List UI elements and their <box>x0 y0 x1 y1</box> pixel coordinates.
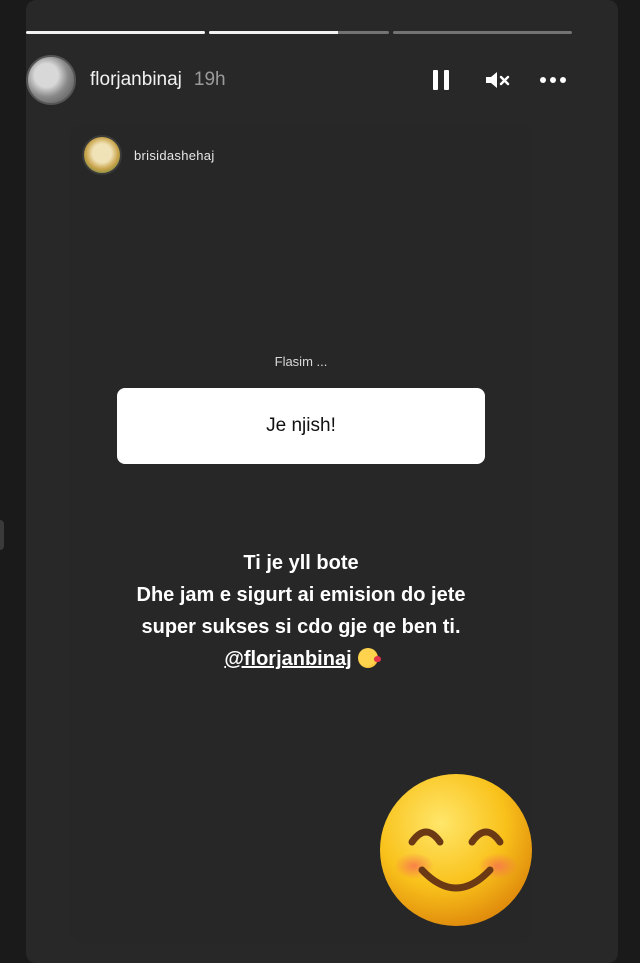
story-controls <box>426 65 568 95</box>
progress-segment <box>209 31 389 34</box>
more-horizontal-icon[interactable] <box>538 65 568 95</box>
smiling-face-icon <box>376 770 536 930</box>
question-sticker-label: Flasim ... <box>274 354 328 369</box>
kissing-face-icon <box>357 648 381 668</box>
progress-fill <box>209 31 339 34</box>
caption-line-2: Dhe jam e sigurt ai emision do jete <box>136 584 466 606</box>
avatar[interactable] <box>26 55 76 105</box>
pause-icon[interactable] <box>426 65 456 95</box>
shared-story-author[interactable]: brisidashehaj <box>82 135 215 175</box>
muted-speaker-icon[interactable] <box>482 65 512 95</box>
post-time: 19h <box>193 69 226 90</box>
caption-line-1: Ti je yll bote <box>243 552 359 574</box>
author-username[interactable]: florjanbinaj <box>90 69 182 91</box>
shared-story-username[interactable]: brisidashehaj <box>134 148 215 163</box>
progress-fill <box>26 31 206 34</box>
question-sticker-answer: Je njish! <box>117 388 485 464</box>
mention-link[interactable]: @florjanbinaj <box>224 648 351 670</box>
story-progress <box>26 31 572 34</box>
answer-text: Je njish! <box>266 415 336 436</box>
progress-segment <box>26 31 206 34</box>
story-caption: Ti je yll bote Dhe jam e sigurt ai emisi… <box>70 547 532 675</box>
story-header: florjanbinaj 19h <box>26 55 572 105</box>
caption-line-3: super sukses si cdo gje qe ben ti. <box>141 616 461 638</box>
previous-story-edge[interactable] <box>0 520 4 550</box>
caption-line-4: @florjanbinaj <box>70 643 532 675</box>
avatar[interactable] <box>82 135 122 175</box>
progress-segment <box>392 31 572 34</box>
